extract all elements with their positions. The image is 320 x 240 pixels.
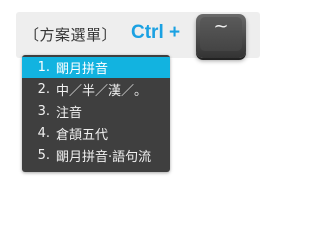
item-label: 朙月拼音·語句流 (56, 150, 152, 165)
menu-title: 〔方案選單〕 (24, 26, 118, 44)
schema-item-4[interactable]: 4. 倉頡五代 (22, 123, 170, 144)
schema-item-1[interactable]: 1. 朙月拼音 (22, 57, 170, 78)
item-number: 1. (37, 60, 50, 75)
illustration: 〔方案選單〕 Ctrl + ~ 1. 朙月拼音 2. 中／半／漢／。 3. 注音… (0, 0, 275, 202)
schema-item-2[interactable]: 2. 中／半／漢／。 (22, 79, 170, 100)
item-label: 朙月拼音 (56, 62, 109, 77)
tilde-key-icon: ~ (196, 14, 246, 58)
tilde-glyph: ~ (213, 16, 229, 37)
hotkey-label: Ctrl + (131, 22, 181, 43)
schema-item-5[interactable]: 5. 朙月拼音·語句流 (22, 145, 170, 166)
item-number: 2. (37, 82, 50, 97)
item-label: 中／半／漢／。 (56, 84, 148, 99)
schema-item-3[interactable]: 3. 注音 (22, 101, 170, 122)
item-number: 4. (37, 126, 50, 141)
item-number: 3. (37, 104, 50, 119)
item-number: 5. (37, 148, 50, 163)
schema-popup: 1. 朙月拼音 2. 中／半／漢／。 3. 注音 4. 倉頡五代 5. 朙月拼音… (22, 55, 170, 172)
item-label: 倉頡五代 (56, 128, 109, 143)
item-label: 注音 (56, 106, 83, 121)
